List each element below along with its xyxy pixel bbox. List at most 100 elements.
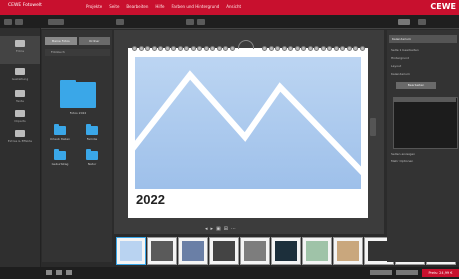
binding-ring (132, 46, 137, 51)
folder-main-label: Fotos 2022 (69, 111, 87, 115)
binding-ring (359, 46, 365, 51)
panel-toggle-button[interactable] (398, 19, 410, 25)
binding-ring (197, 46, 202, 51)
menu-item-ansicht[interactable]: Ansicht (226, 4, 241, 9)
binding-ring (314, 46, 319, 51)
page-thumbnail[interactable] (271, 237, 301, 265)
folder-icon[interactable] (54, 124, 66, 135)
binding-ring (353, 46, 358, 51)
preview-box (393, 97, 458, 149)
page-thumbnail[interactable] (240, 237, 270, 265)
page-controls: ◂ ▸ ▣ ⊞ ⋯ (205, 226, 236, 232)
redo-button[interactable] (15, 19, 23, 25)
binding-ring (210, 46, 215, 51)
binding-ring (164, 46, 170, 51)
price-button[interactable]: Preis: 24,99 € (422, 269, 459, 277)
mountain-placeholder-icon (135, 70, 361, 176)
folder-icon[interactable] (86, 149, 98, 160)
folder-label: Geburtstag (51, 162, 69, 166)
rail-item-fotos[interactable]: Fotos (0, 36, 40, 64)
status-button[interactable] (396, 270, 418, 275)
view-single-button[interactable] (186, 19, 194, 25)
rail-item-effekte[interactable]: Extras & Effekte (0, 126, 40, 154)
settings-button[interactable] (418, 19, 426, 25)
binding-ring (223, 46, 228, 51)
binding-ring (320, 46, 326, 51)
status-icon[interactable] (46, 270, 52, 275)
binding-ring (229, 46, 235, 51)
binding-ring (184, 46, 189, 51)
toolbar-button-b[interactable] (116, 19, 124, 25)
rail-label: Texte (16, 99, 24, 103)
page-thumbnail[interactable] (178, 237, 208, 265)
thumbnail-photo (306, 241, 328, 261)
status-button[interactable] (370, 270, 392, 275)
status-icon[interactable] (56, 270, 62, 275)
tab-meine-fotos[interactable]: Meine Fotos (45, 37, 77, 45)
binding-ring (262, 46, 267, 51)
preview-box-header (393, 97, 456, 102)
binding-ring (177, 46, 183, 51)
page-thumbnail[interactable] (147, 237, 177, 265)
panel-row[interactable]: Kalendarium (391, 72, 410, 76)
panel-footer-row[interactable]: Mehr Optionen (391, 159, 413, 163)
photo-icon (15, 40, 25, 47)
folder-icon[interactable] (86, 124, 98, 135)
zoom-in-icon[interactable]: ▸ (211, 226, 214, 232)
rail-label: Gestaltung (11, 77, 29, 81)
binding-ring (216, 46, 222, 51)
rail-label: Extras & Effekte (7, 139, 33, 143)
calendar-hanger (238, 40, 254, 49)
collapse-right-handle[interactable] (370, 118, 376, 136)
thumbnail-photo (151, 241, 173, 261)
menu-item-hilfe[interactable]: Hilfe (155, 4, 164, 9)
edit-button[interactable]: Bearbeiten (396, 82, 436, 89)
panel-title: Kalendarium (389, 35, 457, 43)
binding-ring (333, 46, 339, 51)
panel-row[interactable]: Layout (391, 64, 401, 68)
binding-ring (171, 46, 176, 51)
binding-ring (301, 46, 306, 51)
grid-icon[interactable]: ⊞ (224, 226, 228, 232)
menu-item-farben[interactable]: Farben und Hintergrund (172, 4, 220, 9)
tab-ordner[interactable]: Ordner (78, 37, 110, 45)
photo-placeholder[interactable] (135, 57, 361, 189)
page-thumbnail[interactable] (116, 237, 146, 265)
text-icon (15, 90, 25, 97)
undo-button[interactable] (4, 19, 12, 25)
folder-icon[interactable] (54, 149, 66, 160)
binding-ring (145, 46, 150, 51)
view-double-button[interactable] (197, 19, 205, 25)
panel-row[interactable]: Hintergrund (391, 56, 409, 60)
toolbar-button-a[interactable] (48, 19, 64, 25)
menu-item-bearbeiten[interactable]: Bearbeiten (126, 4, 148, 9)
thumbnail-photo (275, 241, 297, 261)
top-menu: Projekte Seite Bearbeiten Hilfe Farben u… (86, 4, 241, 9)
folder-label: Familie (86, 137, 98, 141)
panel-tabs: Meine Fotos Ordner (45, 37, 110, 45)
binding-ring (158, 46, 163, 51)
brand-logo: CEWE (430, 2, 456, 11)
left-rail: Fotos Gestaltung Texte Cliparts Extras &… (0, 28, 41, 267)
photo-panel (42, 30, 112, 262)
panel-footer-row[interactable]: Seiten anzeigen (391, 152, 415, 156)
layout-icon (15, 68, 25, 75)
binding-ring (275, 46, 280, 51)
menu-item-projekte[interactable]: Projekte (86, 4, 102, 9)
binding-ring (281, 46, 287, 51)
breadcrumb[interactable]: Fotobuch (45, 49, 110, 56)
menu-item-seite[interactable]: Seite (109, 4, 119, 9)
page-thumbnail[interactable] (209, 237, 239, 265)
binding-ring (190, 46, 196, 51)
binding-ring (268, 46, 274, 51)
page-thumbnail[interactable] (302, 237, 332, 265)
more-icon[interactable]: ⋯ (231, 226, 236, 232)
zoom-out-icon[interactable]: ◂ (205, 226, 208, 232)
page-thumbnail[interactable] (333, 237, 363, 265)
folder-main-icon[interactable] (60, 80, 96, 108)
fit-icon[interactable]: ▣ (216, 226, 221, 232)
folder-label: Urlaub Italien (49, 137, 71, 141)
status-icon[interactable] (66, 270, 72, 275)
panel-row[interactable]: Seite 1 bearbeiten (391, 48, 419, 52)
calendar-year[interactable]: 2022 (136, 192, 165, 207)
